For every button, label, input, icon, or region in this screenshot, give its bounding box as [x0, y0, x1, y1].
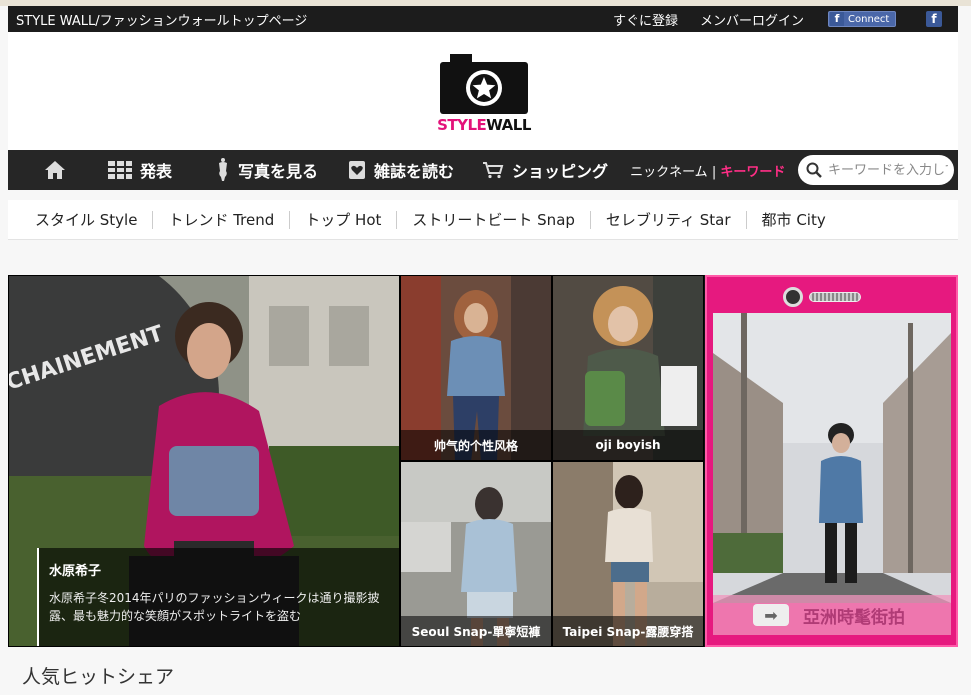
category-star[interactable]: セレブリティ Star	[591, 210, 747, 229]
featured-main-tile[interactable]: CHAINEMENT 水原希子 水原希子冬2014年パリのファッションウィークは…	[8, 275, 400, 647]
nickname-option[interactable]: ニックネーム	[630, 165, 708, 180]
tile-seoul-snap[interactable]: Seoul Snap-單寧短褲	[400, 461, 552, 647]
tile-oji-boyish-caption: oji boyish	[553, 430, 703, 460]
grid-icon	[108, 161, 132, 179]
site-title[interactable]: STYLE WALL/ファッションウォールトップページ	[8, 10, 613, 29]
nav-magazine-label: 雑誌を読む	[374, 162, 455, 181]
tile-oji-boyish[interactable]: oji boyish	[552, 275, 704, 461]
category-hot[interactable]: トップ Hot	[290, 210, 398, 229]
tile-cool-style[interactable]: 帅气的个性风格	[400, 275, 552, 461]
tile-seoul-snap-caption: Seoul Snap-單寧短褲	[401, 616, 551, 646]
stylewall-logo[interactable]: STYLEWALL	[436, 46, 532, 136]
tile-taipei-snap-caption: Taipei Snap-露腰穿搭	[553, 616, 703, 646]
facebook-share-icon[interactable]: f	[926, 11, 942, 27]
register-link[interactable]: すぐに登録	[613, 10, 678, 29]
featured-name[interactable]: 水原希子	[49, 560, 399, 579]
search-box	[798, 155, 954, 185]
home-icon	[45, 161, 65, 179]
search-icon[interactable]	[806, 162, 822, 178]
arrow-right-icon: ➡	[753, 604, 789, 626]
asia-street-snap-label: 亞洲時髦街拍	[803, 607, 905, 628]
facebook-connect-label: Connect	[848, 13, 890, 25]
header: STYLEWALL	[8, 32, 958, 150]
logo-wordmark: STYLEWALL	[436, 116, 532, 134]
search-type-switch: ニックネーム | キーワード	[630, 161, 785, 180]
tile-cool-style-caption: 帅气的个性风格	[401, 430, 551, 460]
keyword-option[interactable]: キーワード	[720, 165, 785, 180]
camera-decoration	[783, 287, 861, 307]
nav-publish[interactable]: 発表	[108, 150, 172, 190]
popular-share-heading: 人気ヒットシェア	[22, 666, 175, 688]
member-login-link[interactable]: メンバーログイン	[700, 10, 804, 29]
nav-photos[interactable]: 写真を見る	[216, 150, 318, 190]
cart-icon	[483, 162, 504, 179]
facebook-connect-button[interactable]: f Connect	[828, 11, 896, 27]
home-button[interactable]	[44, 150, 74, 190]
asia-street-snap-promo[interactable]: ➡ 亞洲時髦街拍	[705, 275, 958, 647]
logo-word-style: STYLE	[437, 116, 487, 134]
magazine-heart-icon	[349, 161, 366, 179]
mannequin-icon	[219, 158, 228, 181]
logo-word-wall: WALL	[486, 116, 531, 134]
category-snap[interactable]: ストリートビート Snap	[397, 210, 591, 229]
nav-shopping[interactable]: ショッピング	[482, 150, 608, 190]
featured-grid: CHAINEMENT 水原希子 水原希子冬2014年パリのファッションウィークは…	[8, 275, 958, 647]
promo-street-photo	[713, 313, 951, 603]
main-nav: 発表 写真を見る 雑誌を読む ショッピング ニックネーム | キーワード	[8, 150, 958, 190]
search-type-separator: |	[711, 164, 717, 180]
category-nav: スタイル Style トレンド Trend トップ Hot ストリートビート S…	[8, 200, 958, 240]
featured-description: 水原希子冬2014年パリのファッションウィークは通り撮影披露、最も魅力的な笑顔が…	[49, 591, 380, 623]
facebook-icon: f	[830, 12, 844, 26]
nav-publish-label: 発表	[140, 162, 173, 181]
nav-photos-label: 写真を見る	[238, 162, 319, 181]
nav-shopping-label: ショッピング	[512, 162, 609, 181]
top-bar: STYLE WALL/ファッションウォールトップページ すぐに登録 メンバーログ…	[8, 6, 958, 32]
camera-logo-icon	[440, 54, 528, 114]
category-city[interactable]: 都市 City	[747, 211, 841, 229]
promo-photo-frame	[713, 313, 951, 603]
category-style[interactable]: スタイル Style	[8, 210, 154, 229]
asia-street-snap-button[interactable]: ➡ 亞洲時髦街拍	[713, 595, 951, 635]
search-input[interactable]	[828, 162, 948, 178]
category-trend[interactable]: トレンド Trend	[153, 210, 291, 229]
nav-magazine[interactable]: 雑誌を読む	[348, 150, 454, 190]
tile-taipei-snap[interactable]: Taipei Snap-露腰穿搭	[552, 461, 704, 647]
featured-caption: 水原希子 水原希子冬2014年パリのファッションウィークは通り撮影披露、最も魅力…	[37, 548, 399, 646]
camera-flash-icon	[809, 292, 861, 302]
camera-lens-icon	[783, 287, 803, 307]
